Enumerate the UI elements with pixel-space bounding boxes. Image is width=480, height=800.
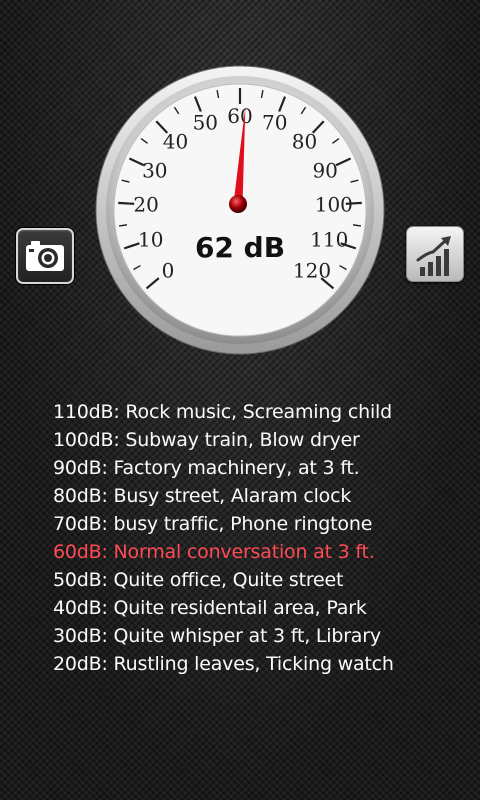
dial-tick-label: 30 — [142, 158, 167, 182]
dial-tick-label: 10 — [138, 228, 163, 252]
noise-level-item: 90dB: Factory machinery, at 3 ft. — [53, 457, 360, 479]
statistics-button[interactable] — [406, 226, 464, 282]
dial-tick-label: 110 — [310, 228, 348, 252]
noise-level-item: 100dB: Subway train, Blow dryer — [53, 429, 360, 451]
noise-level-item: 30dB: Quite whisper at 3 ft, Library — [53, 625, 381, 647]
noise-level-item: 80dB: Busy street, Alaram clock — [53, 485, 352, 507]
noise-level-item: 20dB: Rustling leaves, Ticking watch — [53, 653, 394, 675]
camera-button[interactable] — [16, 228, 74, 284]
noise-level-item: 40dB: Quite residentail area, Park — [53, 597, 367, 619]
dial-tick-label: 50 — [193, 111, 218, 135]
dial-tick-label: 120 — [293, 258, 331, 282]
dial-tick-label: 0 — [162, 258, 175, 282]
dial-tick-label: 80 — [292, 130, 317, 154]
noise-level-reference-list: 110dB: Rock music, Screaming child 100dB:… — [53, 398, 394, 678]
camera-icon — [26, 241, 64, 271]
dial-tick-label: 60 — [227, 104, 252, 128]
noise-level-item: 60dB: Normal conversation at 3 ft. — [53, 541, 375, 563]
dial-tick-label: 70 — [262, 111, 287, 135]
noise-level-item: 70dB: busy traffic, Phone ringtone — [53, 513, 373, 535]
dial-tick-label: 20 — [133, 193, 158, 217]
needle-hub — [229, 195, 247, 213]
sound-level-gauge: 0 10 20 30 40 50 60 70 80 90 100 110 120 62 dB — [95, 60, 385, 360]
dial-tick-label: 90 — [312, 158, 337, 182]
bar-chart-trend-icon — [416, 236, 451, 276]
dial-tick-label: 40 — [163, 130, 188, 154]
dial-tick-label: 100 — [315, 193, 353, 217]
noise-level-item: 110dB: Rock music, Screaming child — [53, 401, 392, 423]
major-tick — [118, 201, 135, 205]
noise-level-item: 50dB: Quite office, Quite street — [53, 569, 344, 591]
db-reading: 62 dB — [195, 231, 285, 264]
